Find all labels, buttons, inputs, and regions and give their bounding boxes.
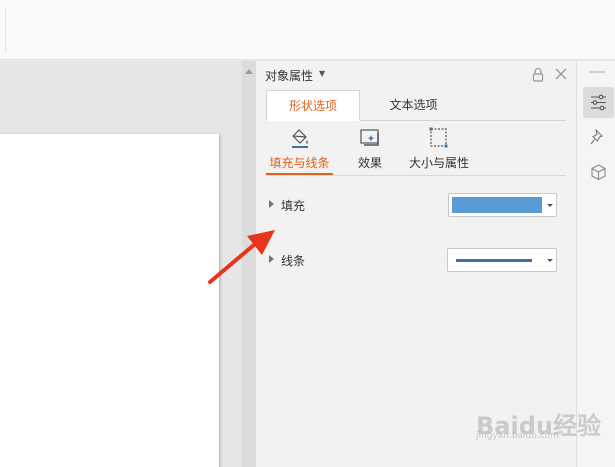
watermark: Baidu经验 jingyan.baidu.com — [476, 398, 608, 442]
document-page[interactable] — [0, 134, 219, 467]
effects-icon — [360, 129, 379, 146]
toolbar-divider — [5, 8, 6, 53]
line-style-dropdown[interactable] — [447, 248, 557, 272]
cube-button[interactable] — [583, 157, 614, 188]
tab-text-options[interactable]: 文本选项 — [371, 90, 456, 121]
subtab-fill-and-line[interactable]: 填充与线条 — [266, 127, 333, 175]
subtab-effects[interactable]: 效果 — [352, 127, 388, 175]
ribbon-toolbar — [0, 0, 615, 60]
dropdown-caret-icon[interactable] — [547, 259, 553, 262]
fill-color-dropdown[interactable] — [448, 193, 557, 217]
lock-icon[interactable] — [531, 67, 545, 83]
option-tabs: 形状选项 文本选项 — [266, 90, 566, 121]
size-properties-icon — [429, 127, 448, 148]
fill-section[interactable]: 填充 — [266, 193, 566, 217]
close-icon[interactable] — [554, 66, 568, 82]
properties-settings-button[interactable] — [583, 87, 614, 118]
panel-header: 对象属性 ▼ — [256, 61, 576, 89]
expand-arrow-icon[interactable] — [269, 200, 274, 208]
watermark-subtext: jingyan.baidu.com — [476, 431, 560, 441]
line-section[interactable]: 线条 — [266, 248, 566, 272]
scroll-up-arrow-icon[interactable] — [245, 69, 253, 74]
cube-icon — [591, 164, 606, 181]
annotation-arrow-icon — [208, 230, 275, 284]
subtab-effects-label: 效果 — [357, 156, 382, 170]
fill-label[interactable]: 填充 — [281, 197, 305, 214]
subtab-size-and-properties[interactable]: 大小与属性 — [406, 127, 472, 175]
title-dropdown-caret-icon[interactable]: ▼ — [319, 69, 325, 78]
subtab-size-and-properties-label: 大小与属性 — [408, 156, 469, 170]
dropdown-caret-icon[interactable] — [547, 204, 553, 207]
fill-color-swatch — [452, 197, 542, 213]
line-style-sample — [456, 259, 532, 262]
pin-button[interactable] — [583, 122, 614, 153]
tab-shape-options[interactable]: 形状选项 — [266, 90, 360, 121]
subtab-fill-and-line-label: 填充与线条 — [269, 156, 330, 170]
fill-bucket-icon — [291, 129, 308, 148]
sidebar-grip — [589, 71, 605, 73]
subtabs-divider — [266, 175, 566, 176]
properties-settings-icon — [591, 94, 606, 111]
pin-icon — [590, 129, 603, 145]
panel-title[interactable]: 对象属性 — [265, 67, 313, 84]
